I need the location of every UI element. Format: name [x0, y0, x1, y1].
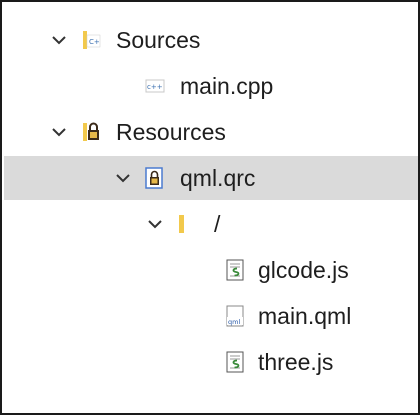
folder-icon	[176, 202, 198, 246]
cpp-file-icon: c++	[144, 64, 166, 108]
chevron-down-icon[interactable]	[48, 18, 70, 62]
tree-item-resources[interactable]: Resources	[4, 110, 418, 154]
tree-item-sources[interactable]: C+ Sources	[4, 18, 418, 62]
tree-item-label: /	[214, 210, 221, 237]
tree-item-label: main.cpp	[180, 72, 274, 99]
tree-item-label: Sources	[116, 26, 201, 53]
folder-sources-icon: C+	[80, 18, 102, 62]
chevron-down-icon[interactable]	[112, 156, 134, 200]
tree-item-main-cpp[interactable]: c++ main.cpp	[4, 64, 418, 108]
svg-text:qml: qml	[228, 318, 240, 326]
js-file-icon	[224, 248, 246, 292]
tree-item-root-folder[interactable]: /	[4, 202, 418, 246]
tree-item-label: glcode.js	[258, 256, 349, 283]
js-file-icon	[224, 340, 246, 384]
tree-item-label: three.js	[258, 348, 334, 375]
tree-item-label: main.qml	[258, 302, 352, 329]
tree-item-qml-qrc[interactable]: qml.qrc	[4, 156, 418, 200]
tree-item-three-js[interactable]: three.js	[4, 340, 418, 384]
qrc-file-icon	[144, 156, 166, 200]
folder-resources-icon	[80, 110, 102, 154]
project-tree-panel: C+ Sources c++ main.cpp Resources qml.qr…	[0, 0, 420, 415]
qml-file-icon: qml	[224, 294, 246, 338]
tree-item-label: Resources	[116, 118, 226, 145]
chevron-down-icon[interactable]	[144, 202, 166, 246]
svg-text:c++: c++	[147, 83, 163, 91]
tree-item-label: qml.qrc	[180, 164, 256, 191]
tree-item-glcode-js[interactable]: glcode.js	[4, 248, 418, 292]
chevron-down-icon[interactable]	[48, 110, 70, 154]
svg-text:C+: C+	[89, 38, 100, 46]
tree-item-main-qml[interactable]: qml main.qml	[4, 294, 418, 338]
